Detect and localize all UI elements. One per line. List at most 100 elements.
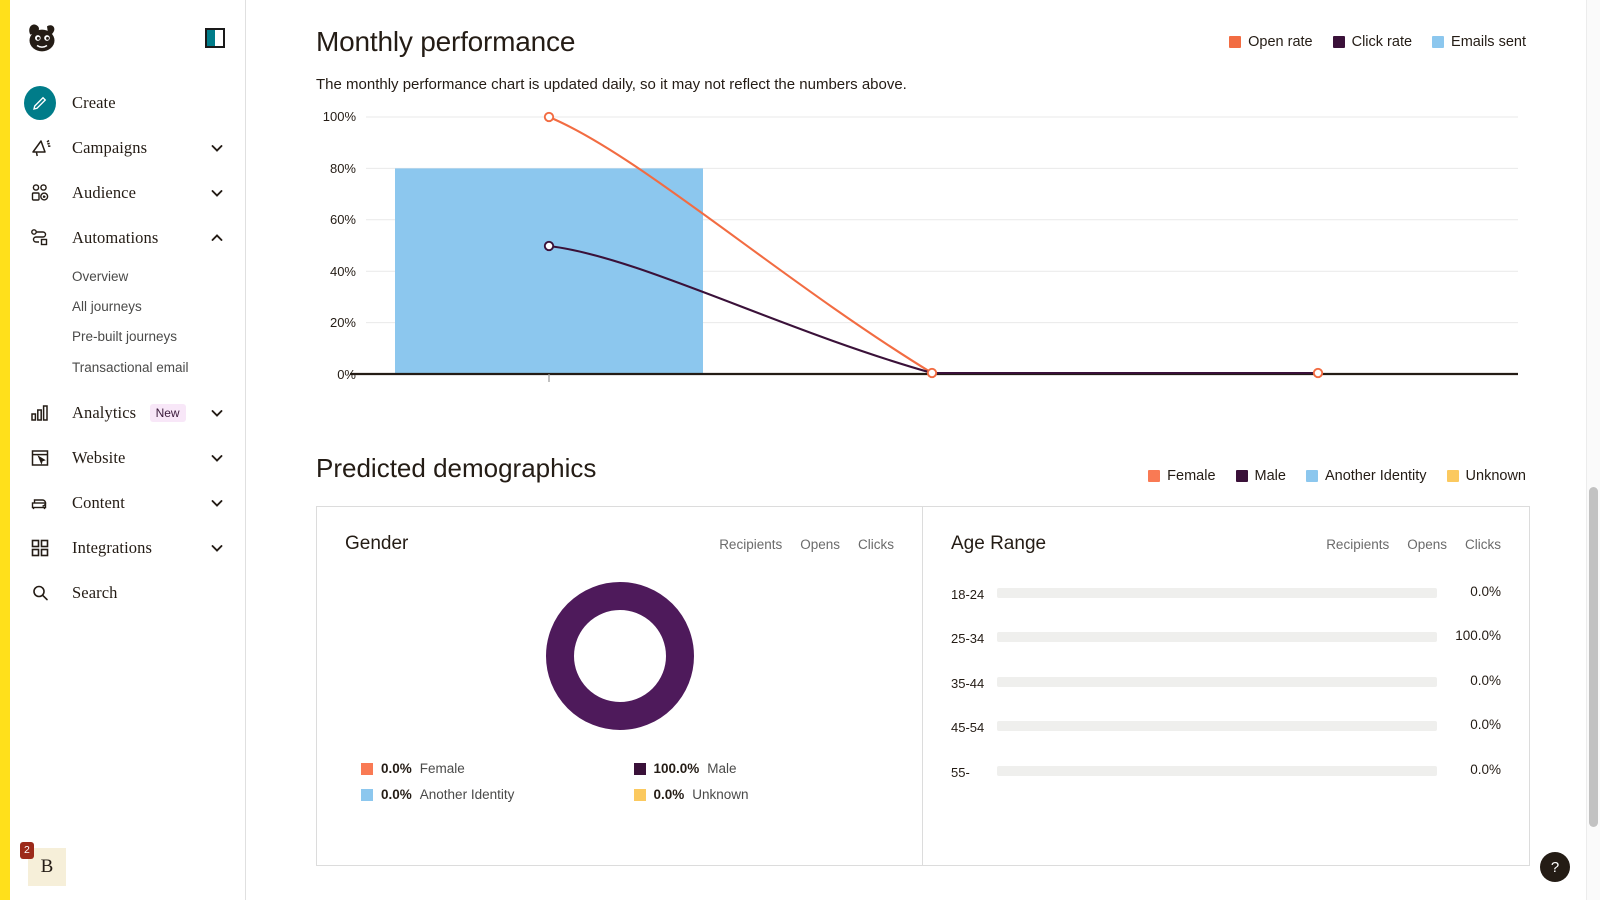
tab-clicks[interactable]: Clicks	[858, 537, 894, 552]
age-range-bars: 18-24 0.0% 25-34 100.0% 35-44 0.0	[951, 555, 1501, 783]
megaphone-icon	[24, 132, 56, 164]
gender-legend-item-male[interactable]: 100.0% Male	[634, 761, 879, 776]
legend-item-click-rate[interactable]: Click rate	[1333, 34, 1412, 50]
age-row[interactable]: 35-44 0.0%	[951, 672, 1501, 694]
panel-toggle-icon[interactable]	[205, 28, 225, 48]
legend-swatch-open-rate	[1229, 36, 1241, 48]
gender-pct-another-identity: 0.0%	[381, 787, 412, 802]
pencil-icon	[24, 87, 56, 119]
age-value: 0.0%	[1437, 672, 1501, 688]
age-row[interactable]: 45-54 0.0%	[951, 716, 1501, 738]
legend-label: Female	[1167, 468, 1215, 484]
demographics-header: Predicted demographics Female Male Anoth…	[246, 395, 1600, 484]
chevron-down-icon[interactable]	[209, 185, 225, 201]
swatch-unknown	[634, 789, 646, 801]
svg-text:40%: 40%	[330, 264, 356, 279]
chevron-down-icon[interactable]	[209, 450, 225, 466]
tab-recipients[interactable]: Recipients	[719, 537, 782, 552]
sidebar-item-website[interactable]: Website	[10, 436, 245, 481]
gender-pct-male: 100.0%	[654, 761, 700, 776]
gender-pct-female: 0.0%	[381, 761, 412, 776]
legend-swatch-female	[1148, 470, 1160, 482]
chevron-down-icon[interactable]	[209, 140, 225, 156]
gender-legend-item-another-identity[interactable]: 0.0% Another Identity	[361, 787, 606, 802]
sidebar-item-analytics[interactable]: Analytics New	[10, 391, 245, 436]
gender-card-tabs: Recipients Opens Clicks	[719, 537, 894, 552]
age-label: 25-34	[951, 627, 997, 649]
legend-item-emails-sent[interactable]: Emails sent	[1432, 34, 1526, 50]
age-track	[997, 632, 1437, 642]
sidebar-item-create[interactable]: Create	[10, 80, 245, 125]
search-icon	[24, 577, 56, 609]
chevron-down-icon[interactable]	[209, 540, 225, 556]
age-row[interactable]: 25-34 100.0%	[951, 627, 1501, 649]
content-stack-icon	[24, 487, 56, 519]
sidebar-item-automations[interactable]: Automations	[10, 215, 245, 260]
sidebar-item-campaigns[interactable]: Campaigns	[10, 125, 245, 170]
sidebar-item-integrations[interactable]: Integrations	[10, 526, 245, 571]
sidebar-nav: Create Campaigns	[10, 76, 245, 616]
gender-donut-chart[interactable]	[345, 555, 894, 731]
sidebar-item-search[interactable]: Search	[10, 571, 245, 616]
legend-item-male[interactable]: Male	[1236, 468, 1286, 484]
monthly-performance-chart[interactable]: 100% 80% 60% 40% 20% 0%	[246, 93, 1600, 395]
age-row[interactable]: 55- 0.0%	[951, 761, 1501, 783]
panel-toggle-right-fill	[215, 30, 223, 46]
chevron-down-icon[interactable]	[209, 405, 225, 421]
legend-item-female[interactable]: Female	[1148, 468, 1215, 484]
subnav-item-overview[interactable]: Overview	[10, 262, 245, 292]
vertical-scrollbar[interactable]	[1586, 0, 1600, 900]
age-value: 0.0%	[1437, 716, 1501, 732]
mailchimp-logo-icon[interactable]	[22, 18, 62, 58]
legend-swatch-unknown	[1447, 470, 1459, 482]
data-point-open-rate-100	[545, 113, 553, 121]
subnav-item-transactional-email[interactable]: Transactional email	[10, 353, 245, 383]
automation-flow-icon	[24, 222, 56, 254]
brand-notification-count: 2	[20, 842, 34, 859]
data-point-open-rate-0	[928, 369, 936, 377]
analytics-new-badge: New	[150, 404, 186, 422]
svg-text:20%: 20%	[330, 315, 356, 330]
legend-label: Click rate	[1352, 34, 1412, 50]
tab-opens[interactable]: Opens	[1407, 537, 1447, 552]
gender-legend: 0.0% Female 100.0% Male 0.0% Another Ide…	[345, 731, 894, 802]
svg-text:80%: 80%	[330, 161, 356, 176]
legend-swatch-click-rate	[1333, 36, 1345, 48]
sidebar-item-audience[interactable]: Audience	[10, 170, 245, 215]
subnav-item-pre-built-journeys[interactable]: Pre-built journeys	[10, 322, 245, 352]
tab-opens[interactable]: Opens	[800, 537, 840, 552]
age-range-card: Age Range Recipients Opens Clicks 18-24 …	[923, 506, 1530, 866]
age-row[interactable]: 18-24 0.0%	[951, 583, 1501, 605]
age-value: 0.0%	[1437, 761, 1501, 777]
age-label: 55-	[951, 761, 997, 783]
legend-item-another-identity[interactable]: Another Identity	[1306, 468, 1427, 484]
sidebar-item-label: Website	[72, 448, 125, 468]
chevron-down-icon[interactable]	[209, 495, 225, 511]
gender-label-another-identity: Another Identity	[420, 787, 515, 802]
gender-card-header: Gender Recipients Opens Clicks	[345, 533, 894, 555]
bar-emails-sent	[395, 168, 703, 374]
age-track	[997, 766, 1437, 776]
gender-legend-item-unknown[interactable]: 0.0% Unknown	[634, 787, 879, 802]
subnav-item-all-journeys[interactable]: All journeys	[10, 292, 245, 322]
legend-item-unknown[interactable]: Unknown	[1447, 468, 1526, 484]
sidebar-header	[10, 0, 245, 76]
grid-squares-icon	[24, 532, 56, 564]
legend-label: Open rate	[1248, 34, 1313, 50]
legend-item-open-rate[interactable]: Open rate	[1229, 34, 1313, 50]
tab-clicks[interactable]: Clicks	[1465, 537, 1501, 552]
svg-text:60%: 60%	[330, 212, 356, 227]
swatch-male	[634, 763, 646, 775]
age-card-tabs: Recipients Opens Clicks	[1326, 537, 1501, 552]
bar-chart-icon	[24, 397, 56, 429]
sidebar-item-content[interactable]: Content	[10, 481, 245, 526]
gender-pct-unknown: 0.0%	[654, 787, 685, 802]
sidebar-item-label: Content	[72, 493, 125, 513]
scrollbar-thumb[interactable]	[1589, 487, 1598, 827]
brand-switcher[interactable]: 2 B	[20, 842, 64, 886]
help-button[interactable]: ?	[1540, 852, 1570, 882]
gender-legend-item-female[interactable]: 0.0% Female	[361, 761, 606, 776]
people-icon	[24, 177, 56, 209]
tab-recipients[interactable]: Recipients	[1326, 537, 1389, 552]
chevron-up-icon[interactable]	[209, 230, 225, 246]
